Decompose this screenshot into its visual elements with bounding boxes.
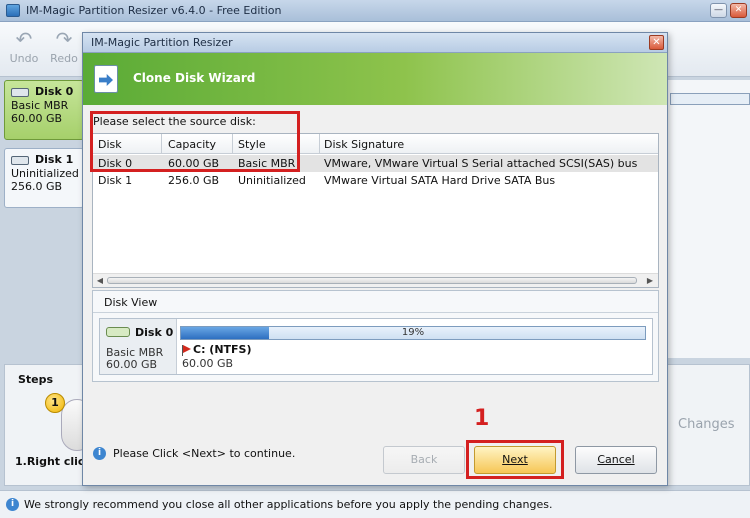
dialog-title: IM-Magic Partition Resizer — [91, 36, 233, 49]
wizard-banner: Clone Disk Wizard — [83, 53, 667, 105]
step-number-badge: 1 — [45, 393, 65, 413]
next-button-highlight-box — [466, 440, 564, 479]
status-message: We strongly recommend you close all othe… — [24, 498, 553, 511]
hint-text: Please Click <Next> to continue. — [113, 447, 296, 460]
partition-block-c[interactable]: 19% C: (NTFS) 60.00 GB — [176, 319, 652, 374]
disk-name: Disk 1 — [35, 153, 74, 166]
apply-changes-button[interactable]: Changes — [678, 417, 735, 432]
disk-card-0[interactable]: Disk 0 Basic MBR 60.00 GB — [4, 80, 84, 140]
disk-size: 60.00 GB — [11, 112, 63, 125]
undo-label: Undo — [9, 52, 39, 65]
back-label: Back — [410, 453, 438, 466]
disk-view-panel: Disk View Disk 0 Basic MBR 60.00 GB 19% … — [92, 290, 659, 382]
disk-icon — [106, 327, 130, 337]
clone-disk-icon — [94, 65, 118, 93]
disk-icon — [11, 156, 29, 165]
disk-list-panel: Disk 0 Basic MBR 60.00 GB Disk 1 Uniniti… — [4, 80, 84, 358]
partition-size: 60.00 GB — [182, 357, 234, 370]
cancel-label: Cancel — [597, 453, 635, 466]
partition-map-area — [668, 80, 750, 358]
horizontal-scrollbar[interactable]: ◀ ▶ — [93, 273, 658, 287]
disk-name: Disk 0 — [35, 85, 74, 98]
back-button[interactable]: Back — [383, 446, 465, 474]
partition-name: C: (NTFS) — [193, 343, 252, 356]
disk-type: Uninitialized — [11, 167, 79, 180]
info-icon: i — [6, 498, 19, 511]
disk-type: Basic MBR — [11, 99, 69, 112]
app-icon — [6, 4, 20, 17]
step-label: 1.Right click — [15, 455, 92, 468]
steps-title: Steps — [18, 373, 54, 386]
scrollbar-thumb[interactable] — [107, 277, 637, 284]
usage-percent: 19% — [401, 327, 425, 338]
disk-card-1[interactable]: Disk 1 Uninitialized 256.0 GB — [4, 148, 84, 208]
redo-button[interactable]: ↷ Redo — [44, 28, 84, 65]
info-icon: i — [93, 447, 106, 460]
dialog-close-icon[interactable]: ✕ — [649, 35, 664, 50]
partition-bar[interactable] — [670, 93, 750, 105]
minimize-icon[interactable]: — — [710, 3, 727, 18]
disk-view-disk-name: Disk 0 — [135, 326, 174, 339]
dialog-title-bar: IM-Magic Partition Resizer ✕ — [83, 33, 667, 53]
redo-icon: ↷ — [55, 27, 73, 51]
cancel-button[interactable]: Cancel — [575, 446, 657, 474]
wizard-title: Clone Disk Wizard — [133, 71, 256, 85]
undo-button[interactable]: ↶ Undo — [4, 28, 44, 65]
undo-icon: ↶ — [15, 27, 33, 51]
table-row-disk-1[interactable]: Disk 1 256.0 GB Uninitialized VMware Vir… — [93, 172, 658, 189]
cell-capacity: 256.0 GB — [168, 174, 220, 187]
scroll-right-icon[interactable]: ▶ — [644, 275, 656, 287]
disk-view-disk-info: Disk 0 Basic MBR 60.00 GB — [100, 319, 176, 374]
partition-usage-bar: 19% — [180, 326, 646, 340]
disk-view-title: Disk View — [104, 296, 158, 309]
source-disk-highlight-box — [90, 111, 300, 172]
column-divider — [319, 134, 320, 154]
disk-icon — [11, 88, 29, 97]
main-title-bar: IM-Magic Partition Resizer v6.4.0 - Free… — [0, 0, 750, 22]
redo-label: Redo — [50, 52, 78, 65]
scroll-left-icon[interactable]: ◀ — [94, 275, 106, 287]
status-bar: i We strongly recommend you close all ot… — [0, 490, 750, 518]
system-flag-icon — [182, 345, 191, 356]
divider — [93, 312, 658, 313]
main-window-title: IM-Magic Partition Resizer v6.4.0 - Free… — [26, 4, 282, 17]
disk-view-disk-size: 60.00 GB — [106, 358, 158, 371]
column-header-signature[interactable]: Disk Signature — [324, 138, 404, 151]
close-icon[interactable]: ✕ — [730, 3, 747, 18]
step-annotation-number: 1 — [474, 406, 490, 431]
cell-signature: VMware, VMware Virtual S Serial attached… — [324, 157, 638, 170]
clone-disk-wizard-dialog: IM-Magic Partition Resizer ✕ Clone Disk … — [82, 32, 668, 486]
disk-size: 256.0 GB — [11, 180, 63, 193]
cell-disk: Disk 1 — [98, 174, 133, 187]
cell-style: Uninitialized — [238, 174, 306, 187]
cell-signature: VMware Virtual SATA Hard Drive SATA Bus — [324, 174, 556, 187]
disk-view-card: Disk 0 Basic MBR 60.00 GB 19% C: (NTFS) … — [99, 318, 653, 375]
